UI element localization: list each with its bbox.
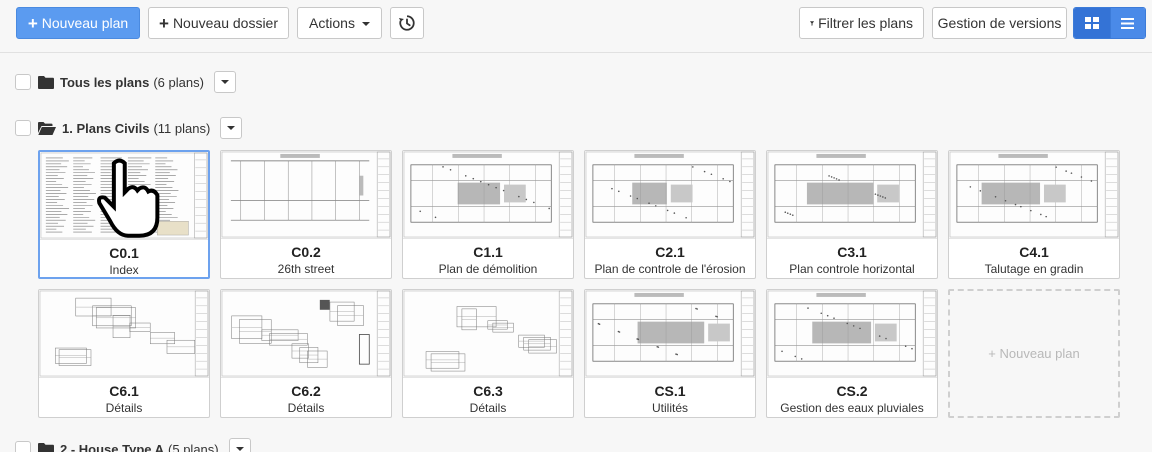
plan-card[interactable]: CS.1 Utilités (584, 289, 756, 418)
folder-name[interactable]: 2 - House Type A (60, 442, 164, 452)
folder-checkbox[interactable] (15, 120, 31, 136)
plan-thumbnail-drawing (403, 290, 573, 377)
plan-title: 26th street (277, 262, 335, 276)
version-management-button[interactable]: Gestion de versions (932, 7, 1067, 39)
plan-thumbnail-drawing (585, 290, 755, 377)
plan-title: Index (109, 263, 139, 277)
plan-thumbnail[interactable] (403, 151, 573, 239)
plan-code: C0.2 (291, 244, 321, 260)
plan-thumbnail-drawing (767, 290, 937, 377)
plan-card[interactable]: C6.1 Détails (38, 289, 210, 418)
plan-card[interactable]: C0.2 26th street (220, 150, 392, 279)
plan-thumbnail[interactable] (767, 151, 937, 239)
plan-title: Utilités (651, 401, 688, 415)
plan-thumbnail[interactable] (767, 290, 937, 378)
plan-title: Détails (287, 401, 325, 415)
plus-icon: + (159, 13, 169, 33)
folder-dropdown-button[interactable] (228, 438, 251, 452)
plan-title: Détails (105, 401, 143, 415)
folder-count: (6 plans) (153, 74, 204, 90)
plan-code: C2.1 (655, 244, 685, 260)
plan-thumbnail[interactable] (39, 290, 209, 378)
plan-code: C4.1 (1019, 244, 1049, 260)
folder-open-icon (38, 122, 56, 135)
plan-code: C1.1 (473, 244, 503, 260)
plan-thumbnail-drawing (39, 290, 209, 377)
plan-grid: C0.1 Index C0.2 26th street C1.1 Plan de démo… (38, 150, 1122, 418)
folder-name[interactable]: 1. Plans Civils (62, 121, 149, 136)
new-plan-button[interactable]: + Nouveau plan (16, 7, 140, 39)
plan-title: Plan de controle de l'érosion (594, 262, 746, 276)
caret-down-icon (227, 126, 236, 130)
plan-thumbnail-drawing (585, 151, 755, 238)
actions-dropdown-button[interactable]: Actions (297, 7, 382, 39)
plan-title: Talutage en gradin (984, 262, 1084, 276)
folder-dropdown-button[interactable] (220, 117, 243, 139)
new-folder-button[interactable]: + Nouveau dossier (148, 7, 289, 39)
folder-dropdown-button[interactable] (213, 71, 236, 93)
caret-down-icon (235, 447, 244, 451)
plan-card[interactable]: C1.1 Plan de démolition (402, 150, 574, 279)
list-icon (1121, 17, 1135, 29)
hand-pointer-cursor-icon (97, 158, 160, 238)
plan-thumbnail-drawing (403, 151, 573, 238)
new-plan-card-label: + Nouveau plan (988, 346, 1080, 361)
plan-code: C0.1 (109, 245, 139, 261)
plan-code: C6.1 (109, 383, 139, 399)
plan-thumbnail[interactable] (403, 290, 573, 378)
plan-card[interactable]: C6.2 Détails (220, 289, 392, 418)
plan-code: C6.2 (291, 383, 321, 399)
plan-code: CS.2 (836, 383, 868, 399)
folder-count: (5 plans) (168, 441, 219, 452)
plan-title: Détails (469, 401, 507, 415)
folder-checkbox[interactable] (15, 441, 31, 452)
plan-title: Gestion des eaux pluviales (780, 401, 924, 415)
plan-thumbnail-drawing (221, 290, 391, 377)
filter-plans-button[interactable]: Filtrer les plans (799, 7, 924, 39)
folder-row-civil-plans: 1. Plans Civils (11 plans) (15, 116, 243, 140)
toolbar: + Nouveau plan + Nouveau dossier Actions… (0, 0, 1152, 53)
folder-count: (11 plans) (153, 120, 211, 136)
new-plan-card[interactable]: + Nouveau plan (948, 289, 1120, 418)
plan-code: C6.3 (473, 383, 503, 399)
plan-thumbnail-drawing (949, 151, 1119, 238)
history-icon (398, 15, 415, 31)
plan-thumbnail[interactable] (40, 152, 208, 240)
view-toggle (1073, 7, 1146, 39)
plan-title: Plan controle horizontal (789, 262, 915, 276)
plan-code: C3.1 (837, 244, 867, 260)
plan-code: CS.1 (654, 383, 686, 399)
plan-card[interactable]: C4.1 Talutage en gradin (948, 150, 1120, 279)
plan-card[interactable]: C3.1 Plan controle horizontal (766, 150, 938, 279)
plan-card[interactable]: C0.1 Index (38, 150, 210, 279)
grid-view-button[interactable] (1074, 8, 1110, 38)
plan-thumbnail[interactable] (585, 151, 755, 239)
plan-thumbnail[interactable] (221, 290, 391, 378)
list-view-button[interactable] (1109, 8, 1145, 38)
plus-icon: + (27, 13, 38, 33)
plan-card[interactable]: CS.2 Gestion des eaux pluviales (766, 289, 938, 418)
plan-thumbnail[interactable] (221, 151, 391, 239)
plan-thumbnail-drawing (221, 151, 391, 238)
grid-icon (1084, 17, 1099, 29)
folder-icon (38, 443, 54, 452)
plan-thumbnail-drawing (767, 151, 937, 238)
plan-card[interactable]: C2.1 Plan de controle de l'érosion (584, 150, 756, 279)
folder-row-house-type-a: 2 - House Type A (5 plans) (15, 437, 251, 452)
folder-row-all-plans: Tous les plans (6 plans) (15, 70, 236, 94)
history-button[interactable] (390, 7, 424, 39)
plan-title: Plan de démolition (438, 262, 538, 276)
caret-down-icon (220, 80, 229, 84)
plan-thumbnail[interactable] (585, 290, 755, 378)
plan-card[interactable]: C6.3 Détails (402, 289, 574, 418)
folder-name[interactable]: Tous les plans (60, 75, 149, 90)
filter-icon (810, 20, 815, 26)
plan-thumbnail[interactable] (949, 151, 1119, 239)
folder-checkbox[interactable] (15, 74, 31, 90)
caret-down-icon (361, 22, 370, 26)
folder-icon (38, 76, 54, 89)
